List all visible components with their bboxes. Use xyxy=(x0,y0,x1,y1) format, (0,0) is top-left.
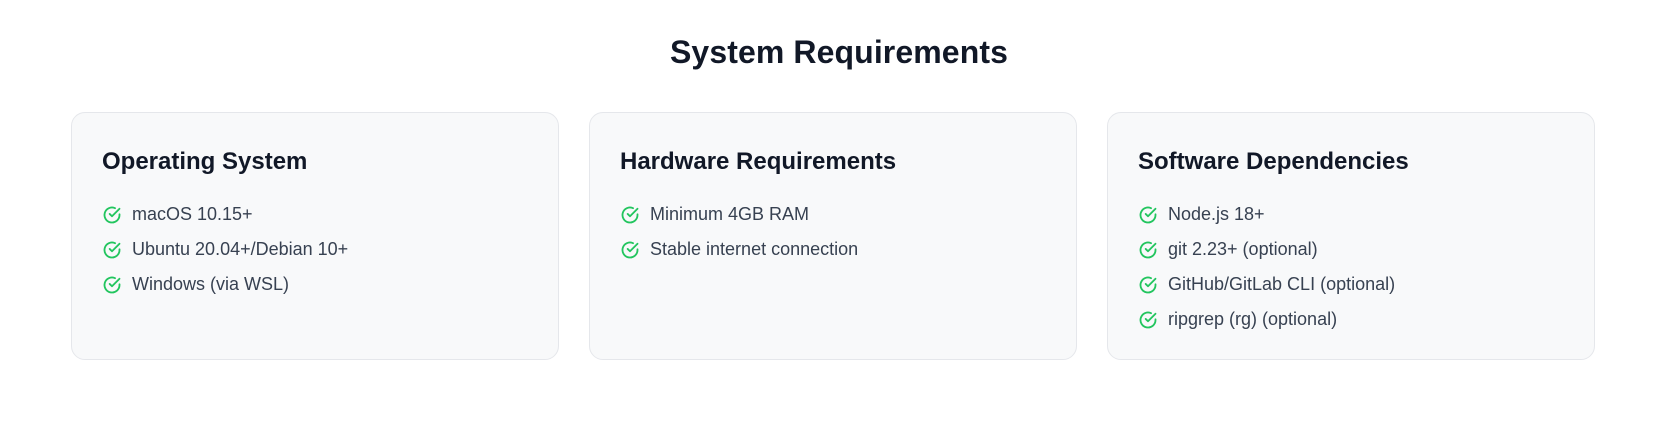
requirement-label: Node.js 18+ xyxy=(1168,204,1265,224)
requirement-label: Stable internet connection xyxy=(650,239,859,259)
check-circle-icon xyxy=(102,275,122,295)
requirement-label: ripgrep (rg) (optional) xyxy=(1168,309,1338,329)
list-item: macOS 10.15+ xyxy=(102,197,528,232)
check-circle-icon xyxy=(620,240,640,260)
card-title: Software Dependencies xyxy=(1138,148,1409,175)
requirement-label: Ubuntu 20.04+/Debian 10+ xyxy=(132,239,349,259)
requirements-list: Node.js 18+ git 2.23+ (optional) GitHub/… xyxy=(1138,197,1564,337)
requirement-label: git 2.23+ (optional) xyxy=(1168,239,1318,259)
check-circle-icon xyxy=(102,240,122,260)
section-title: System Requirements xyxy=(669,34,1009,70)
check-circle-icon xyxy=(102,205,122,225)
list-item: Minimum 4GB RAM xyxy=(620,197,1046,232)
check-circle-icon xyxy=(1138,275,1158,295)
check-circle-icon xyxy=(620,205,640,225)
check-circle-icon xyxy=(1138,205,1158,225)
card-software-dependencies: Software Dependencies Node.js 18+ git 2.… xyxy=(1107,112,1595,360)
list-item: git 2.23+ (optional) xyxy=(1138,232,1564,267)
requirement-label: macOS 10.15+ xyxy=(132,204,253,224)
requirements-list: Minimum 4GB RAM Stable internet connecti… xyxy=(620,197,1046,267)
list-item: Windows (via WSL) xyxy=(102,267,528,302)
list-item: Node.js 18+ xyxy=(1138,197,1564,232)
requirement-label: GitHub/GitLab CLI (optional) xyxy=(1168,274,1396,294)
card-title: Operating System xyxy=(102,148,308,175)
card-operating-system: Operating System macOS 10.15+ Ubuntu 20.… xyxy=(71,112,559,360)
list-item: Stable internet connection xyxy=(620,232,1046,267)
list-item: GitHub/GitLab CLI (optional) xyxy=(1138,267,1564,302)
requirement-label: Minimum 4GB RAM xyxy=(650,204,810,224)
list-item: Ubuntu 20.04+/Debian 10+ xyxy=(102,232,528,267)
system-requirements-section: System Requirements Operating System mac… xyxy=(0,0,1678,422)
card-title: Hardware Requirements xyxy=(620,148,897,175)
requirements-cards: Operating System macOS 10.15+ Ubuntu 20.… xyxy=(71,112,1595,360)
check-circle-icon xyxy=(1138,240,1158,260)
requirement-label: Windows (via WSL) xyxy=(132,274,290,294)
list-item: ripgrep (rg) (optional) xyxy=(1138,302,1564,337)
card-hardware-requirements: Hardware Requirements Minimum 4GB RAM St… xyxy=(589,112,1077,360)
check-circle-icon xyxy=(1138,310,1158,330)
requirements-list: macOS 10.15+ Ubuntu 20.04+/Debian 10+ Wi… xyxy=(102,197,528,302)
